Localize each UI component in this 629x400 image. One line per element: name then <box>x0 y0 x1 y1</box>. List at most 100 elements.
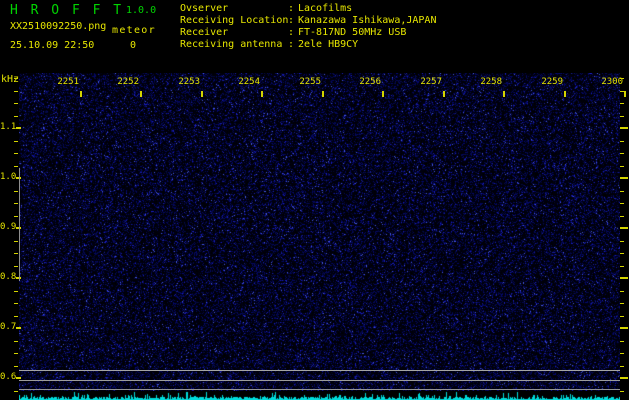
freq-major-tick-left <box>16 327 21 329</box>
freq-minor-tick-left <box>14 116 18 117</box>
carrier-line-0p60khz <box>19 380 620 381</box>
freq-minor-tick-right <box>620 316 624 317</box>
freq-minor-tick-right <box>620 366 624 367</box>
freq-minor-tick-right <box>620 153 624 154</box>
time-tick-2251 <box>80 91 82 97</box>
freq-minor-tick-right <box>620 303 624 304</box>
app-title: H R O F F T <box>10 3 124 18</box>
freq-major-tick-right <box>620 227 628 229</box>
info-label: Receiving Location <box>180 15 289 26</box>
info-row-antenna: Receiving antenna:2ele HB9CY <box>180 39 436 51</box>
freq-minor-tick-left <box>14 291 18 292</box>
freq-label-0.9: 0.9 <box>0 222 17 232</box>
carrier-line-0p58khz <box>19 389 620 390</box>
time-tick-2256 <box>382 91 384 97</box>
time-label-2254: 2254 <box>238 77 260 87</box>
freq-major-tick-right <box>620 177 628 179</box>
time-label-2257: 2257 <box>420 77 442 87</box>
freq-major-tick-right <box>620 127 628 129</box>
freq-minor-tick-right <box>620 203 624 204</box>
freq-minor-tick-left <box>14 241 18 242</box>
freq-minor-tick-right <box>620 78 624 79</box>
time-tick-2257 <box>443 91 445 97</box>
time-tick-2252 <box>140 91 142 97</box>
time-label-2259: 2259 <box>541 77 563 87</box>
time-tick-2254 <box>261 91 263 97</box>
info-row-receiver: Receiver: FT-817ND 50MHz USB <box>180 27 436 39</box>
freq-minor-tick-right <box>620 353 624 354</box>
info-colon: : <box>288 15 295 26</box>
freq-minor-tick-left <box>14 216 18 217</box>
info-row-location: Receiving Location: Kanazawa Ishikawa,JAP… <box>180 15 436 27</box>
freq-minor-tick-left <box>14 391 18 392</box>
freq-minor-tick-right <box>620 141 624 142</box>
time-tick-2258 <box>503 91 505 97</box>
time-tick-2255 <box>322 91 324 97</box>
freq-label-0.8: 0.8 <box>0 272 17 282</box>
spectrogram-noise-canvas <box>19 73 620 391</box>
left-edge-artifact-line <box>19 168 20 281</box>
freq-minor-tick-left <box>14 191 18 192</box>
time-label-2300: 2300 <box>601 77 623 87</box>
info-colon: : <box>288 3 295 14</box>
freq-minor-tick-right <box>620 266 624 267</box>
freq-minor-tick-right <box>620 166 624 167</box>
mode-label: meteor <box>112 25 156 36</box>
time-label-2252: 2252 <box>117 77 139 87</box>
freq-minor-tick-left <box>14 141 18 142</box>
freq-label-0.7: 0.7 <box>0 322 17 332</box>
info-value: FT-817ND 50MHz USB <box>298 27 407 38</box>
info-colon: : <box>288 39 295 50</box>
time-label-2253: 2253 <box>178 77 200 87</box>
meteor-count: 0 <box>129 40 137 51</box>
freq-major-tick-right <box>620 327 628 329</box>
time-label-2258: 2258 <box>480 77 502 87</box>
freq-minor-tick-left <box>14 91 18 92</box>
info-row-observer: Ovserver: Lacofilms <box>180 3 436 15</box>
freq-minor-tick-right <box>620 391 624 392</box>
freq-minor-tick-left <box>14 266 18 267</box>
freq-minor-tick-right <box>620 116 624 117</box>
freq-minor-tick-left <box>14 166 18 167</box>
freq-minor-tick-left <box>14 78 18 79</box>
freq-label-0.6: 0.6 <box>0 372 17 382</box>
freq-major-tick-right <box>620 377 628 379</box>
freq-major-tick-left <box>16 127 21 129</box>
freq-minor-tick-right <box>620 253 624 254</box>
freq-label-1.1: 1.1 <box>0 122 17 132</box>
freq-minor-tick-left <box>14 316 18 317</box>
info-colon: : <box>288 27 295 38</box>
freq-minor-tick-left <box>14 303 18 304</box>
freq-minor-tick-right <box>620 103 624 104</box>
time-tick-2259 <box>564 91 566 97</box>
freq-minor-tick-left <box>14 353 18 354</box>
app-version: 1.0.0 <box>126 5 157 16</box>
freq-minor-tick-right <box>620 91 624 92</box>
info-label: Ovserver <box>180 3 229 14</box>
freq-label-1.0: 1.0 <box>0 172 17 182</box>
info-value: Lacofilms <box>298 3 353 14</box>
signal-level-trace-canvas <box>19 391 620 400</box>
info-label: Receiver <box>180 27 229 38</box>
time-label-2255: 2255 <box>299 77 321 87</box>
freq-minor-tick-left <box>14 203 18 204</box>
freq-minor-tick-right <box>620 241 624 242</box>
freq-major-tick-left <box>16 377 21 379</box>
output-filename: XX2510092250.png <box>10 21 107 32</box>
freq-major-tick-right <box>620 277 628 279</box>
freq-minor-tick-left <box>14 366 18 367</box>
freq-minor-tick-left <box>14 253 18 254</box>
freq-minor-tick-right <box>620 191 624 192</box>
freq-minor-tick-left <box>14 103 18 104</box>
carrier-line-0p62khz <box>19 370 620 371</box>
freq-minor-tick-left <box>14 341 18 342</box>
hrofft-screen: H R O F F T 1.0.0 XX2510092250.png meteo… <box>0 0 629 400</box>
freq-axis-unit: kHz <box>1 74 20 85</box>
info-value: 2ele HB9CY <box>298 39 359 50</box>
info-label: Receiving antenna <box>180 39 283 50</box>
freq-minor-tick-left <box>14 153 18 154</box>
time-tick-2300 <box>624 91 626 97</box>
freq-minor-tick-right <box>620 216 624 217</box>
freq-minor-tick-right <box>620 341 624 342</box>
freq-minor-tick-right <box>620 291 624 292</box>
